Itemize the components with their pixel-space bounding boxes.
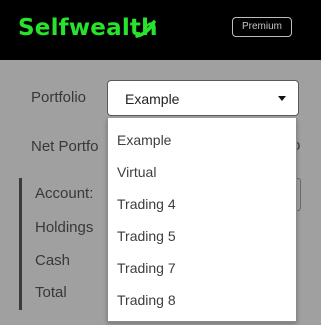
summary-divider [19,178,22,310]
premium-badge[interactable]: Premium [232,17,292,37]
dropdown-option-trading-5[interactable]: Trading 5 [117,228,176,244]
total-label: Total [35,284,67,301]
dropdown-option-trading-7[interactable]: Trading 7 [117,260,176,276]
chevron-down-icon[interactable] [278,96,286,101]
logo-swoosh-icon [135,20,156,38]
dropdown-option-example[interactable]: Example [117,132,171,148]
dropdown-option-trading-8[interactable]: Trading 8 [117,292,176,308]
cash-label: Cash [35,252,71,269]
top-header: Selfwealth Premium [0,0,321,60]
account-label: Account: [35,185,94,202]
holdings-label: Holdings [35,219,94,236]
portfolio-selected-value: Example [125,91,180,107]
dropdown-option-trading-4[interactable]: Trading 4 [117,196,176,212]
dropdown-option-virtual[interactable]: Virtual [117,164,156,180]
portfolio-select[interactable]: Example [107,80,299,116]
portfolio-label: Portfolio [31,89,87,106]
portfolio-dropdown-menu: Example Virtual Trading 4 Trading 5 Trad… [107,118,297,322]
net-portfolio-label: Net Portfo [31,138,99,155]
